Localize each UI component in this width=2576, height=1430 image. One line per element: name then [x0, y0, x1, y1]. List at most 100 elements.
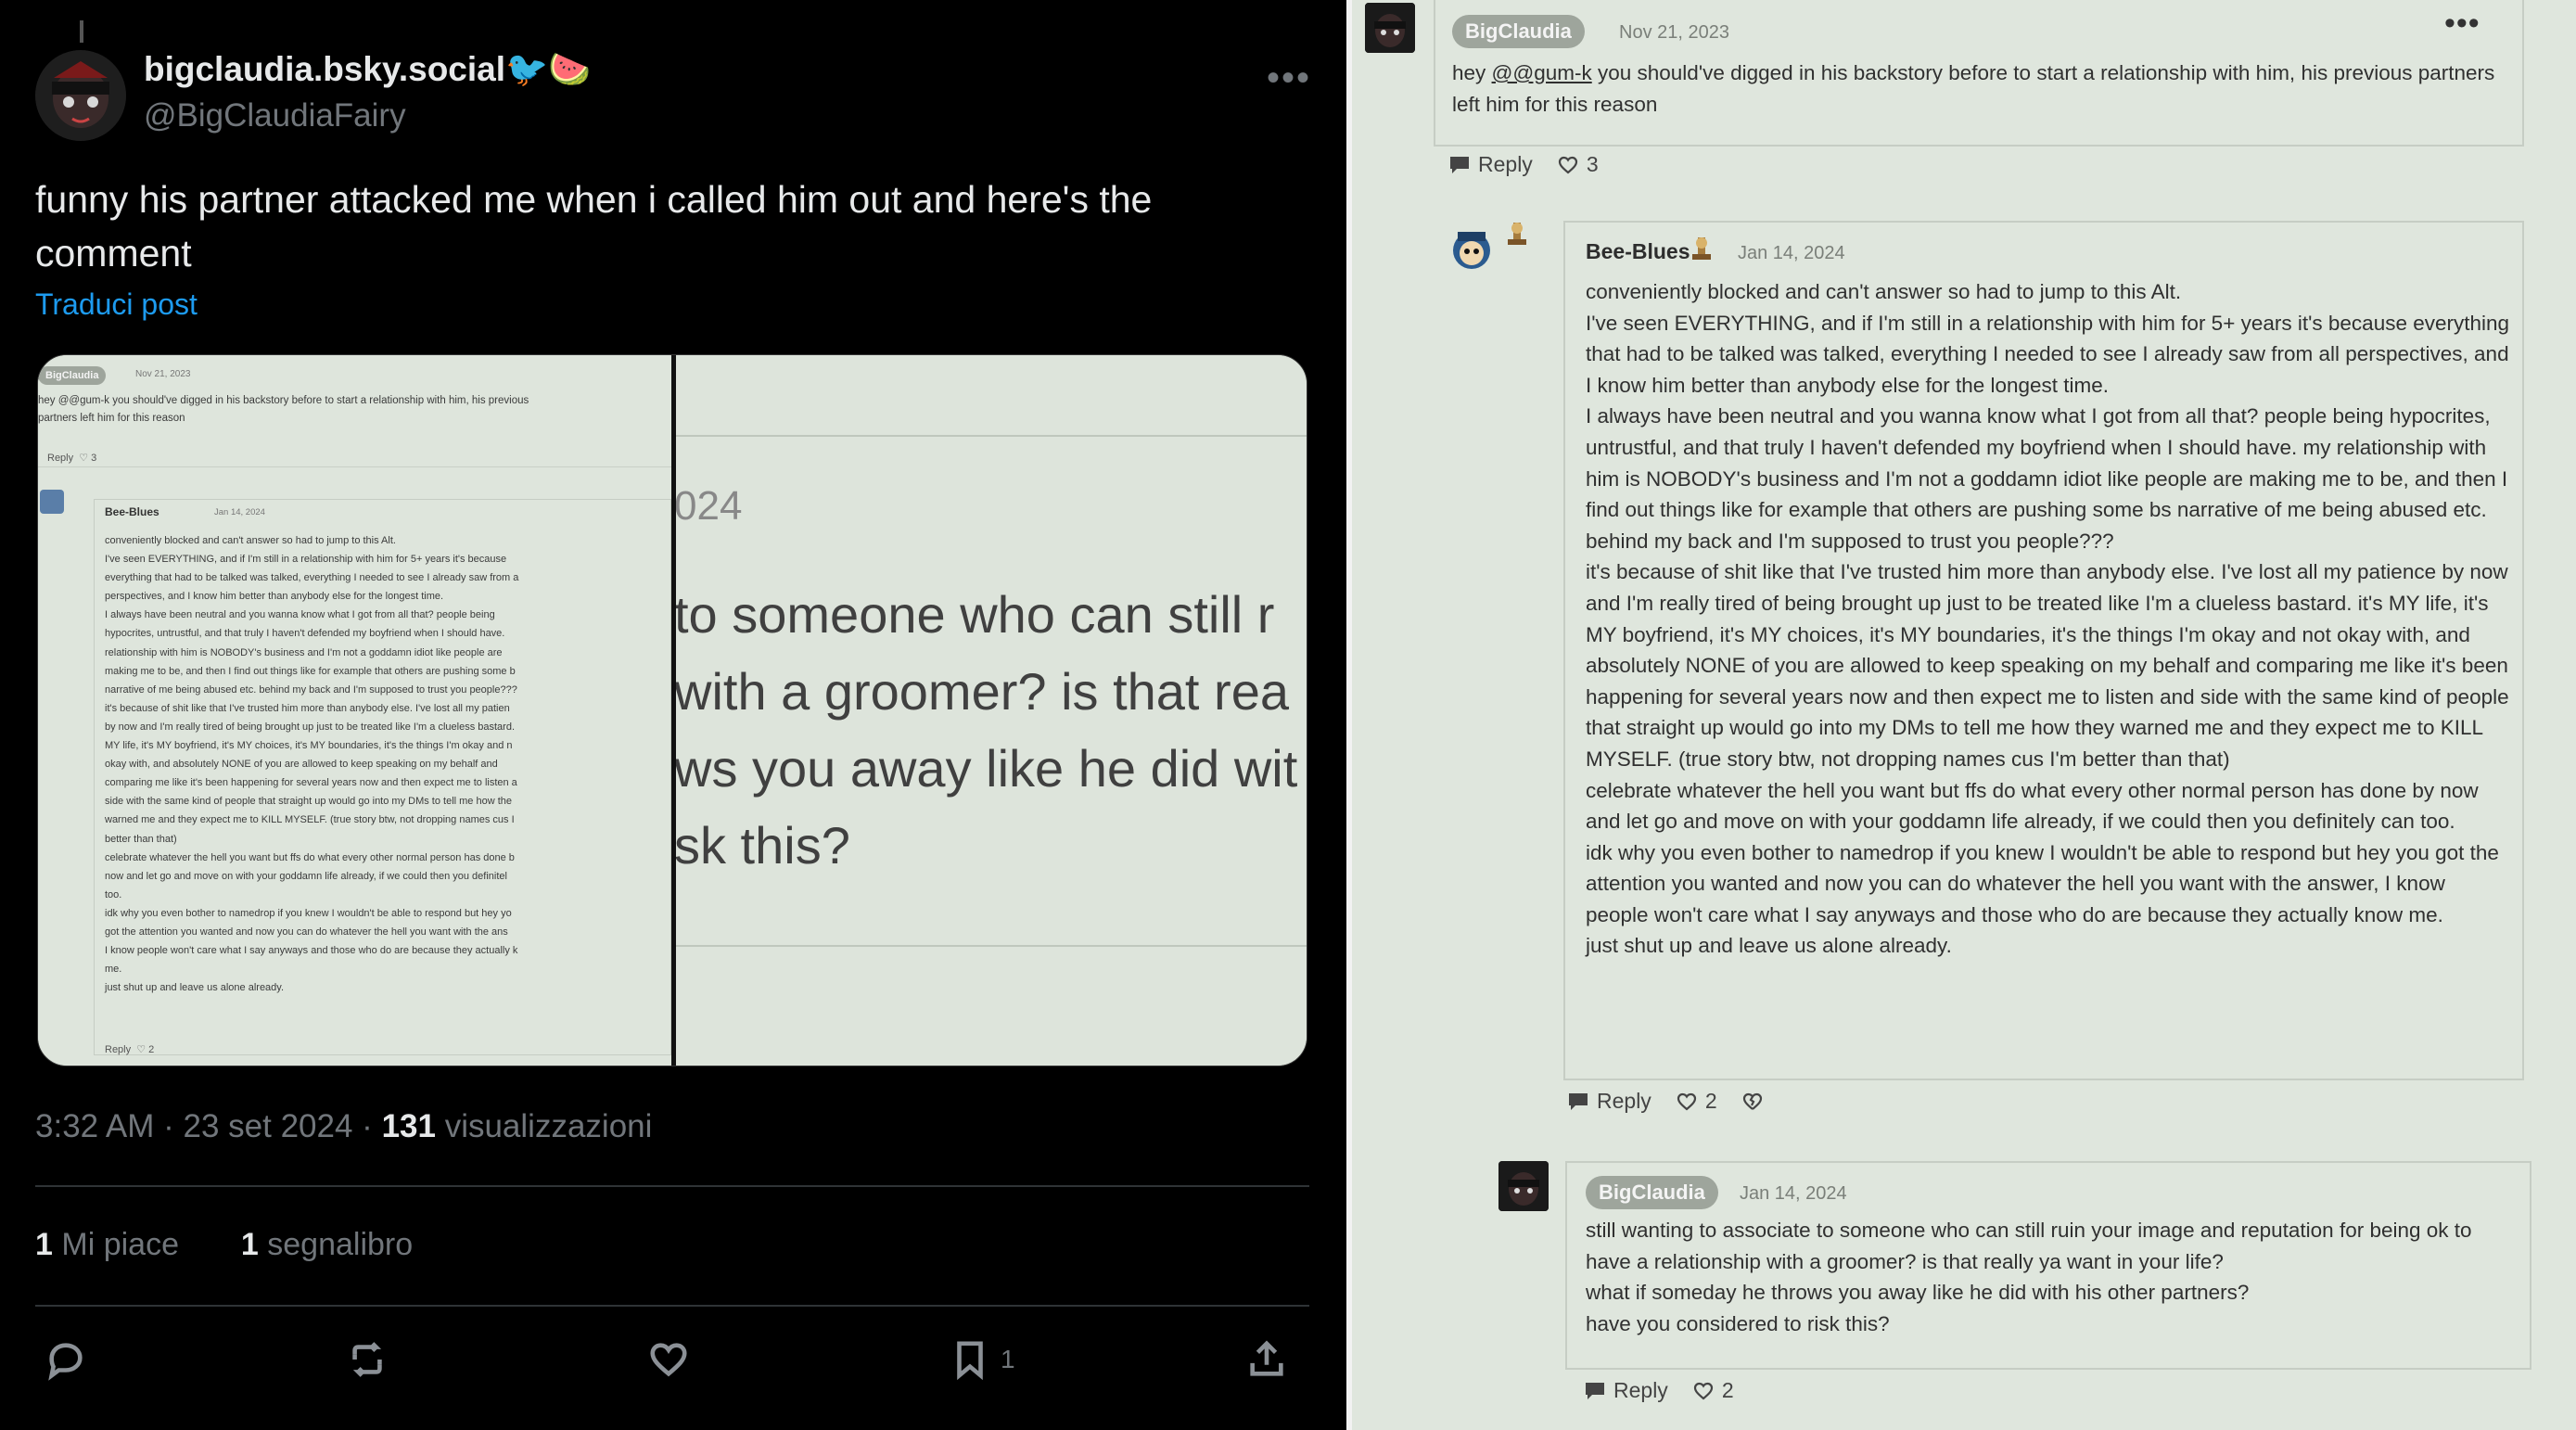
- views-label: visualizzazioni: [435, 1108, 653, 1144]
- comment-actions: Reply 2: [1567, 1089, 1771, 1114]
- post-meta: 3:32 AM · 23 set 2024 · 131 visualizzazi…: [35, 1108, 652, 1145]
- display-name[interactable]: bigclaudia.bsky.social🐦🍉: [144, 50, 591, 90]
- screenshot-right-panel: 024 to someone who can still r with a gro…: [676, 355, 1307, 1066]
- comment-username[interactable]: BigClaudia: [1452, 15, 1585, 48]
- reply-button[interactable]: Reply: [1597, 1089, 1651, 1114]
- divider: [35, 1185, 1309, 1187]
- comment-box: Bee-Blues Jan 14, 2024 conveniently bloc…: [1563, 221, 2524, 1080]
- comment-paragraph: I always have been neutral and you wanna…: [1586, 404, 2508, 553]
- badge-icon: [1504, 221, 1530, 249]
- bookmark-icon[interactable]: 1: [949, 1332, 1015, 1387]
- like-icon[interactable]: [647, 1332, 690, 1387]
- post-stats: 1 Mi piace 1 segnalibro: [35, 1227, 413, 1263]
- mini-line: okay with, and absolutely NONE of you ar…: [105, 759, 498, 771]
- comment-date: Nov 21, 2023: [1619, 22, 1729, 43]
- mini-line: everything that had to be talked was tal…: [105, 572, 519, 584]
- mini-line: side with the same kind of people that s…: [105, 796, 513, 808]
- comment-paragraph: conveniently blocked and can't answer so…: [1586, 280, 2182, 303]
- comment-paragraph: celebrate whatever the hell you want but…: [1586, 778, 2479, 834]
- comment-thread: BigClaudia Nov 21, 2023 ••• hey @@gum-k …: [1346, 0, 2576, 1430]
- like-count: 3: [1586, 152, 1599, 176]
- bookmarks-stat[interactable]: 1 segnalibro: [241, 1227, 413, 1262]
- more-icon[interactable]: •••: [2444, 6, 2480, 42]
- broken-heart-icon[interactable]: [1741, 1092, 1764, 1112]
- mini-date: Nov 21, 2023: [135, 369, 191, 379]
- mini-line: warned me and they expect me to KILL MYS…: [105, 814, 515, 826]
- zoomed-line: sk this?: [676, 816, 850, 875]
- avatar[interactable]: [1365, 3, 1415, 53]
- mini-line: idk why you even bother to namedrop if y…: [105, 907, 512, 919]
- mini-line: perspectives, and I know him better than…: [105, 591, 444, 603]
- mini-line: too.: [105, 888, 122, 900]
- mini-line: I've seen EVERYTHING, and if I'm still i…: [105, 554, 507, 566]
- comment-date: Jan 14, 2024: [1740, 1183, 1847, 1204]
- mini-username: BigClaudia: [38, 366, 107, 385]
- tweet-panel: bigclaudia.bsky.social🐦🍉 @BigClaudiaFair…: [0, 0, 1346, 1430]
- heart-icon[interactable]: [1692, 1381, 1715, 1401]
- share-icon[interactable]: [1245, 1332, 1288, 1387]
- divider: [1346, 0, 1352, 1430]
- zoomed-line: to someone who can still r: [676, 585, 1275, 644]
- mini-actions-1: Reply ♡ 3: [47, 453, 97, 464]
- comment-paragraph: still wanting to associate to someone wh…: [1586, 1219, 2472, 1273]
- screenshot-left-panel: BigClaudia Nov 21, 2023 hey @@gum-k you …: [38, 355, 671, 1066]
- like-count: 2: [1704, 1089, 1717, 1113]
- mini-line: making me to be, and then I find out thi…: [105, 665, 516, 677]
- tweet-image[interactable]: BigClaudia Nov 21, 2023 hey @@gum-k you …: [37, 354, 1307, 1066]
- comment-paragraph: what if someday he throws you away like …: [1586, 1281, 2250, 1305]
- comment-actions: Reply 3: [1448, 152, 1599, 177]
- avatar[interactable]: [1447, 223, 1497, 273]
- mini-line: hypocrites, untrustful, and that truly I…: [105, 628, 505, 640]
- reply-button[interactable]: Reply: [1478, 152, 1533, 177]
- mini-line: I always have been neutral and you wanna…: [105, 609, 495, 621]
- mention-link[interactable]: @@gum-k: [1492, 61, 1592, 84]
- comment-paragraph: I've seen EVERYTHING, and if I'm still i…: [1586, 311, 2510, 397]
- mini-line: it's because of shit like that I've trus…: [105, 702, 510, 714]
- comment-box: BigClaudia Jan 14, 2024 still wanting to…: [1565, 1161, 2531, 1370]
- badge-icon: [1690, 236, 1714, 263]
- zoomed-date: 024: [676, 483, 743, 529]
- mini-username-2: Bee-Blues: [105, 505, 159, 518]
- user-handle[interactable]: @BigClaudiaFairy: [144, 97, 406, 134]
- comment-username[interactable]: BigClaudia: [1586, 1176, 1718, 1209]
- views-count: 131: [381, 1108, 436, 1144]
- comment-paragraph: just shut up and leave us alone already.: [1586, 934, 1952, 958]
- mini-line: conveniently blocked and can't answer so…: [105, 535, 396, 546]
- zoomed-text: to someone who can still r with a groomer…: [676, 576, 1297, 884]
- mini-line: hey @@gum-k you should've digged in his …: [38, 395, 529, 406]
- comment-box: BigClaudia Nov 21, 2023 ••• hey @@gum-k …: [1434, 0, 2524, 147]
- zoomed-line: with a groomer? is that rea: [676, 662, 1289, 721]
- avatar[interactable]: [1498, 1161, 1549, 1211]
- heart-icon[interactable]: [1557, 155, 1579, 175]
- comment-text: hey @@gum-k you should've digged in his …: [1452, 61, 2495, 116]
- mini-line: by now and I'm really tired of being bro…: [105, 721, 515, 733]
- zoomed-line: ws you away like he did wit: [676, 739, 1298, 798]
- reply-icon[interactable]: [1448, 155, 1471, 175]
- retweet-icon[interactable]: [346, 1332, 389, 1387]
- likes-stat[interactable]: 1 Mi piace: [35, 1227, 179, 1262]
- divider: [35, 1305, 1309, 1307]
- reply-icon[interactable]: [1567, 1092, 1589, 1112]
- comment-paragraph: idk why you even bother to namedrop if y…: [1586, 840, 2499, 926]
- mini-line: partners left him for this reason: [38, 413, 185, 424]
- mini-date-2: Jan 14, 2024: [214, 507, 265, 517]
- mini-line: now and let go and move on with your god…: [105, 870, 507, 882]
- reply-icon[interactable]: [45, 1332, 87, 1387]
- comment-paragraph: have you considered to risk this?: [1586, 1311, 1890, 1335]
- reply-button[interactable]: Reply: [1613, 1378, 1668, 1403]
- mini-line: I know people won't care what I say anyw…: [105, 945, 518, 957]
- mini-line: narrative of me being abused etc. behind…: [105, 683, 517, 696]
- heart-icon[interactable]: [1676, 1092, 1698, 1112]
- post-time[interactable]: 3:32 AM · 23 set 2024 ·: [35, 1108, 382, 1144]
- mini-comment-1: hey @@gum-k you should've digged in his …: [38, 392, 671, 428]
- bookmark-count: 1: [1001, 1345, 1015, 1373]
- more-icon[interactable]: •••: [1267, 57, 1311, 99]
- reply-icon[interactable]: [1584, 1381, 1606, 1401]
- translate-link[interactable]: Traduci post: [35, 287, 198, 322]
- mini-actions-2: Reply ♡ 2: [105, 1044, 155, 1055]
- comment-paragraph: it's because of shit like that I've trus…: [1586, 560, 2509, 771]
- tweet-text: funny his partner attacked me when i cal…: [35, 178, 1153, 275]
- avatar[interactable]: [35, 50, 126, 141]
- mini-avatar: [40, 490, 64, 514]
- comment-username[interactable]: Bee-Blues: [1586, 239, 1690, 264]
